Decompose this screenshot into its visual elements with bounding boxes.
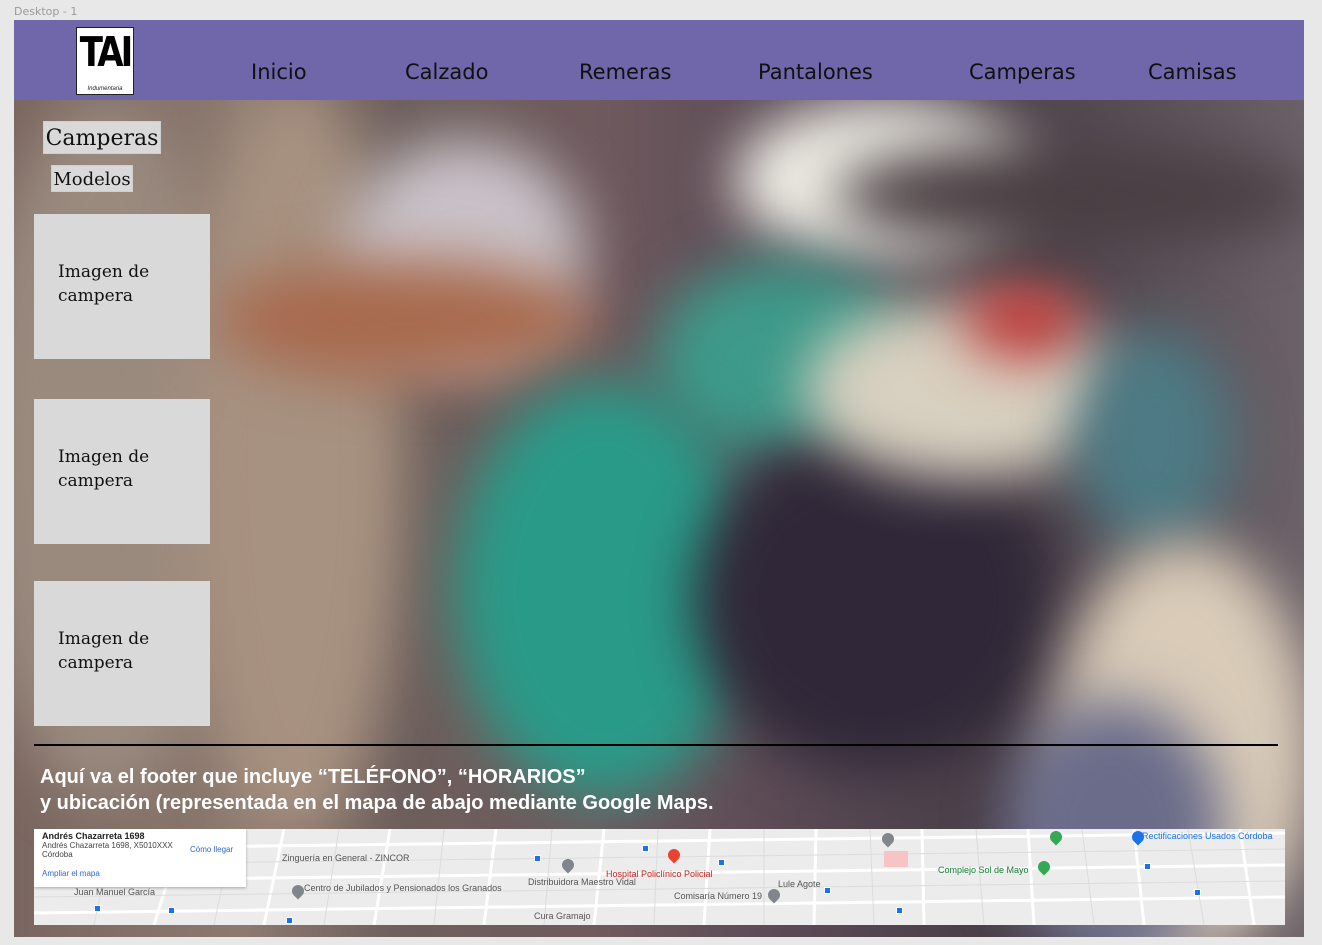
map-label: Juan Manuel García	[74, 887, 156, 897]
directions-link[interactable]: Cómo llegar	[190, 845, 233, 854]
nav-item-calzado[interactable]: Calzado	[405, 60, 488, 84]
section-subtitle: Modelos	[51, 165, 133, 192]
logo-subtitle: Indumentaria	[87, 86, 123, 92]
nav-item-pantalones[interactable]: Pantalones	[758, 60, 873, 84]
map-label: Cura Gramajo	[534, 911, 591, 921]
product-card[interactable]: Imagen de campera	[34, 399, 210, 544]
top-navigation-bar: TAI Indumentaria Inicio Calzado Remeras …	[14, 20, 1304, 100]
map-label: Complejo Sol de Mayo	[938, 865, 1029, 875]
artboard: TAI Indumentaria Inicio Calzado Remeras …	[14, 20, 1304, 937]
map-place-card: Andrés Chazarreta 1698 Andrés Chazarreta…	[34, 829, 246, 887]
product-card-placeholder: Imagen de campera	[58, 447, 150, 491]
nav-item-inicio[interactable]: Inicio	[251, 60, 307, 84]
product-card[interactable]: Imagen de campera	[34, 214, 210, 359]
footer-note: Aquí va el footer que incluye “TELÉFONO”…	[40, 764, 940, 816]
bus-stop-icon	[718, 859, 725, 866]
map-label: Hospital Policlínico Policial	[606, 869, 713, 879]
map-place-title: Andrés Chazarreta 1698	[42, 831, 145, 841]
google-map[interactable]: Andrés Chazarreta 1698 Andrés Chazarreta…	[34, 829, 1285, 925]
map-label: Zinguería en General - ZINCOR	[282, 853, 410, 863]
product-card-placeholder: Imagen de campera	[58, 629, 150, 673]
bus-stop-icon	[1194, 889, 1201, 896]
section-title: Camperas	[43, 121, 161, 154]
bus-stop-icon	[168, 907, 175, 914]
footer-line-1: Aquí va el footer que incluye “TELÉFONO”…	[40, 766, 586, 788]
footer-line-2: y ubicación (representada en el mapa de …	[40, 792, 714, 814]
bus-stop-icon	[286, 917, 293, 924]
map-label: Lule Agote	[778, 879, 821, 889]
map-label: Centro de Jubilados y Pensionados los Gr…	[304, 883, 502, 893]
map-label: Rectificaciones Usados Córdoba	[1142, 831, 1273, 841]
footer-divider	[34, 744, 1278, 746]
bus-stop-icon	[824, 887, 831, 894]
nav-item-remeras[interactable]: Remeras	[579, 60, 671, 84]
product-card-placeholder: Imagen de campera	[58, 262, 150, 306]
artboard-label: Desktop - 1	[14, 5, 78, 18]
nav-item-camperas[interactable]: Camperas	[969, 60, 1076, 84]
bus-stop-icon	[94, 905, 101, 912]
nav-item-camisas[interactable]: Camisas	[1148, 60, 1237, 84]
enlarge-map-link[interactable]: Ampliar el mapa	[42, 869, 238, 878]
logo-mark: TAI	[79, 29, 134, 77]
bus-stop-icon	[534, 855, 541, 862]
product-card[interactable]: Imagen de campera	[34, 581, 210, 726]
bus-stop-icon	[896, 907, 903, 914]
bus-stop-icon	[642, 845, 649, 852]
bus-stop-icon	[1144, 863, 1151, 870]
brand-logo[interactable]: TAI Indumentaria	[76, 27, 134, 95]
map-label: Comisaría Número 19	[674, 891, 763, 901]
